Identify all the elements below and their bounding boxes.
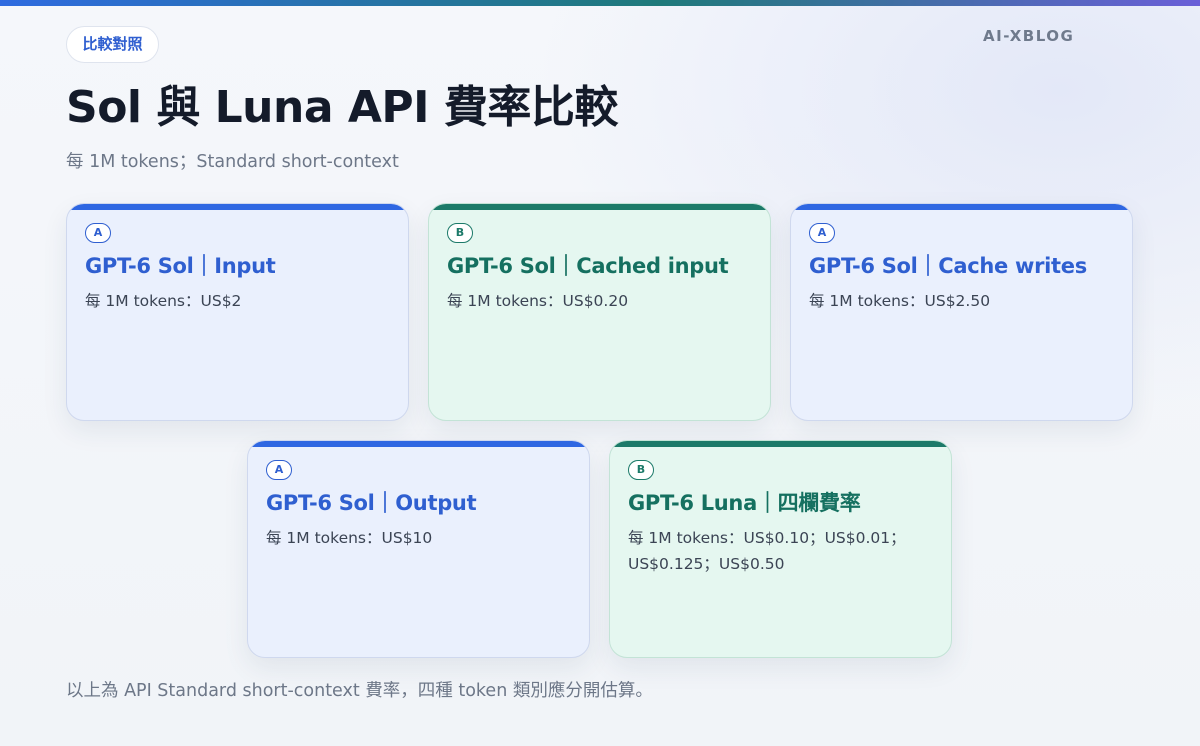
card-badge: A — [266, 460, 292, 480]
page-title: Sol 與 Luna API 費率比較 — [66, 82, 618, 133]
card-sol-output: A GPT-6 Sol｜Output 每 1M tokens：US$10 — [247, 440, 590, 658]
card-title: GPT-6 Sol｜Cached input — [447, 254, 729, 278]
card-title: GPT-6 Sol｜Output — [266, 491, 477, 515]
card-price-text: 每 1M tokens：US$0.10；US$0.01；US$0.125；US$… — [628, 529, 906, 573]
card-badge: B — [447, 223, 473, 243]
top-accent-bar — [0, 0, 1200, 6]
card-accent-bar — [67, 204, 408, 210]
card-badge: B — [628, 460, 654, 480]
card-accent-bar — [791, 204, 1132, 210]
page-subtitle: 每 1M tokens；Standard short-context — [66, 152, 399, 172]
brand-logo-text: AI-XBLOG — [983, 27, 1075, 45]
card-price-text: 每 1M tokens：US$2.50 — [809, 292, 991, 310]
footer-note: 以上為 API Standard short-context 費率，四種 tok… — [66, 681, 653, 701]
card-badge: A — [809, 223, 835, 243]
card-accent-bar — [429, 204, 770, 210]
card-title: GPT-6 Luna｜四欄費率 — [628, 491, 861, 515]
category-tag: 比較對照 — [66, 26, 159, 63]
card-price-text: 每 1M tokens：US$2 — [85, 292, 242, 310]
card-accent-bar — [248, 441, 589, 447]
card-accent-bar — [610, 441, 951, 447]
card-sol-cached-input: B GPT-6 Sol｜Cached input 每 1M tokens：US$… — [428, 203, 771, 421]
card-price-text: 每 1M tokens：US$0.20 — [447, 292, 629, 310]
card-luna-rates: B GPT-6 Luna｜四欄費率 每 1M tokens：US$0.10；US… — [609, 440, 952, 658]
card-sol-cache-writes: A GPT-6 Sol｜Cache writes 每 1M tokens：US$… — [790, 203, 1133, 421]
card-title: GPT-6 Sol｜Input — [85, 254, 276, 278]
card-sol-input: A GPT-6 Sol｜Input 每 1M tokens：US$2 — [66, 203, 409, 421]
card-badge: A — [85, 223, 111, 243]
card-title: GPT-6 Sol｜Cache writes — [809, 254, 1087, 278]
card-price-text: 每 1M tokens：US$10 — [266, 529, 433, 547]
